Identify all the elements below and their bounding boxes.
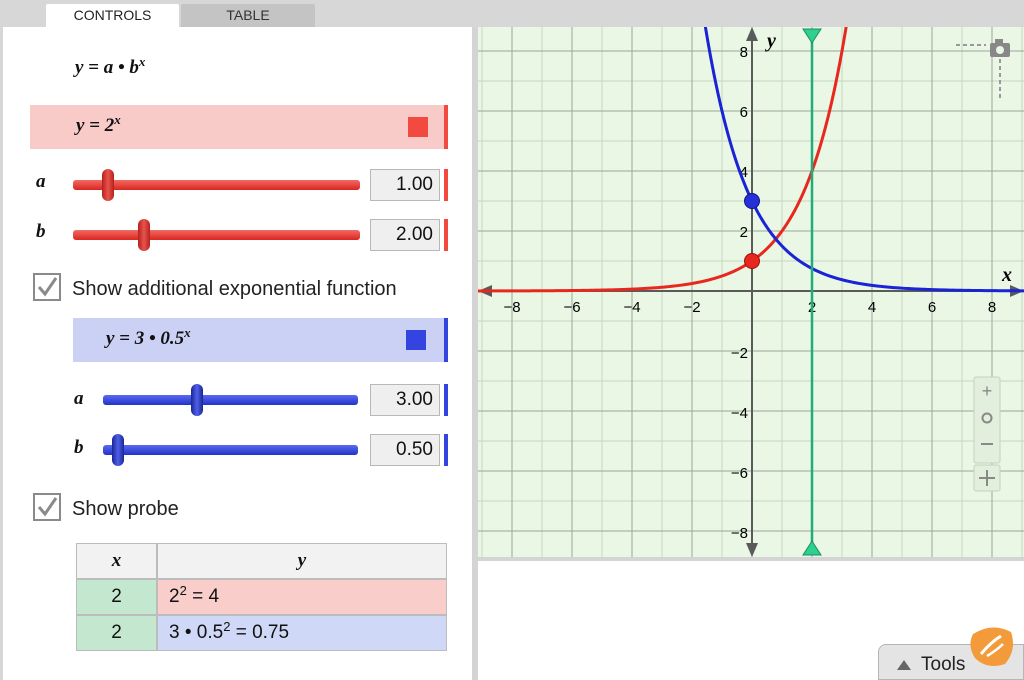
tick-labels: −8 −6 −4 −2 2 4 6 8 8 6 4 2 −2 −4 −6 −8 … xyxy=(503,30,1012,542)
red-b-marker xyxy=(444,219,448,251)
y-tick-label: 8 xyxy=(740,44,748,61)
red-function-bar: y = 2x xyxy=(30,105,448,149)
red-a-marker xyxy=(444,169,448,201)
probe-y-base: 3 • 0.5 xyxy=(169,622,224,643)
checkmark-icon xyxy=(37,497,58,517)
blue-function-bar: y = 3 • 0.5x xyxy=(73,318,448,362)
zoom-controls: + xyxy=(973,376,1001,492)
probe-x-cell: 2 xyxy=(76,615,157,651)
probe-y-result: = 4 xyxy=(186,586,220,607)
blue-color-swatch[interactable] xyxy=(406,330,426,350)
probe-y-result: = 0.75 xyxy=(230,622,290,643)
blue-a-marker xyxy=(444,384,448,416)
red-a-value-field[interactable]: 1.00 xyxy=(370,169,440,201)
red-function-text: y = 2 xyxy=(76,115,115,136)
show-additional-label[interactable]: Show additional exponential function xyxy=(72,278,397,301)
blue-b-label: b xyxy=(74,437,84,458)
probe-x-cell: 2 xyxy=(76,579,157,615)
blue-b-marker xyxy=(444,434,448,466)
blue-function-label: y = 3 • 0.5x xyxy=(106,325,191,350)
probe-y-exponent: 2 xyxy=(179,583,187,598)
probe-table-header: x y xyxy=(76,543,447,579)
red-bar-marker xyxy=(444,105,448,149)
x-tick-label: −2 xyxy=(683,299,700,316)
x-tick-label: 4 xyxy=(868,299,876,316)
probe-handle-top[interactable] xyxy=(802,28,822,44)
probe-header-y: y xyxy=(157,543,447,579)
blue-a-slider[interactable] xyxy=(103,395,358,405)
red-b-label: b xyxy=(36,221,46,242)
probe-y-exponent: 2 xyxy=(223,619,231,634)
probe-y-cell: 3 • 0.52 = 0.75 xyxy=(157,615,447,651)
show-additional-checkbox[interactable] xyxy=(33,273,61,301)
camera-icon[interactable] xyxy=(990,39,1010,57)
tab-table[interactable]: TABLE xyxy=(181,4,315,27)
probe-y-base: 2 xyxy=(169,586,180,607)
controls-panel: y = a • bx y = 2x a 1.00 b 2.00 Show add… xyxy=(3,27,472,680)
y-tick-label: −8 xyxy=(731,525,748,542)
y-tick-label: 2 xyxy=(740,224,748,241)
checkmark-icon xyxy=(37,277,58,297)
blue-bar-marker xyxy=(444,318,448,362)
blue-function-text: y = 3 • 0.5 xyxy=(106,328,185,349)
y-axis-label: y xyxy=(765,30,776,52)
tools-label: Tools xyxy=(921,654,966,675)
red-a-slider-thumb[interactable] xyxy=(102,169,114,201)
red-color-swatch[interactable] xyxy=(408,117,428,137)
y-axis-arrow-up xyxy=(746,27,758,41)
explorelearning-logo xyxy=(970,627,1013,666)
blue-a-label: a xyxy=(74,388,84,409)
blue-b-slider-thumb[interactable] xyxy=(112,434,124,466)
general-formula: y = a • bx xyxy=(75,54,146,79)
x-tick-label: 6 xyxy=(928,299,936,316)
probe-header-x: x xyxy=(76,543,157,579)
red-b-slider-thumb[interactable] xyxy=(138,219,150,251)
probe-table: x y 2 22 = 4 2 3 • 0.52 = 0.75 xyxy=(76,543,447,651)
table-row: 2 3 • 0.52 = 0.75 xyxy=(76,615,447,651)
red-a-slider[interactable] xyxy=(73,180,360,190)
red-function-exponent: x xyxy=(114,112,121,127)
y-tick-label: −4 xyxy=(731,405,748,422)
x-tick-label: −4 xyxy=(623,299,640,316)
zoom-in-icon[interactable]: + xyxy=(982,381,993,401)
y-axis-arrow-down xyxy=(746,543,758,557)
red-a-label: a xyxy=(36,171,46,192)
table-row: 2 22 = 4 xyxy=(76,579,447,615)
show-probe-checkbox[interactable] xyxy=(33,493,61,521)
tab-controls[interactable]: CONTROLS xyxy=(46,4,179,27)
blue-b-value-field[interactable]: 0.50 xyxy=(370,434,440,466)
blue-a-slider-thumb[interactable] xyxy=(191,384,203,416)
general-formula-text: y = a • b xyxy=(75,57,139,78)
triangle-up-icon xyxy=(897,660,911,670)
blue-b-slider[interactable] xyxy=(103,445,358,455)
graph-area[interactable]: −8 −6 −4 −2 2 4 6 8 8 6 4 2 −2 −4 −6 −8 … xyxy=(478,27,1024,557)
show-probe-label[interactable]: Show probe xyxy=(72,498,179,521)
y-tick-label: −2 xyxy=(731,345,748,362)
blue-y-intercept-point[interactable] xyxy=(744,193,760,209)
probe-y-cell: 22 = 4 xyxy=(157,579,447,615)
y-tick-label: −6 xyxy=(731,465,748,482)
red-y-intercept-point[interactable] xyxy=(744,253,760,269)
graph-svg: −8 −6 −4 −2 2 4 6 8 8 6 4 2 −2 −4 −6 −8 … xyxy=(478,27,1024,557)
red-b-slider[interactable] xyxy=(73,230,360,240)
blue-a-value-field[interactable]: 3.00 xyxy=(370,384,440,416)
x-axis-label: x xyxy=(1001,264,1012,286)
red-function-label: y = 2x xyxy=(76,112,121,137)
probe-handle-bottom[interactable] xyxy=(802,540,822,556)
x-tick-label: −6 xyxy=(563,299,580,316)
red-b-value-field[interactable]: 2.00 xyxy=(370,219,440,251)
blue-function-exponent: x xyxy=(184,325,191,340)
y-tick-label: 6 xyxy=(740,104,748,121)
x-tick-label: −8 xyxy=(503,299,520,316)
general-formula-exponent: x xyxy=(138,54,146,69)
x-tick-label: 8 xyxy=(988,299,996,316)
